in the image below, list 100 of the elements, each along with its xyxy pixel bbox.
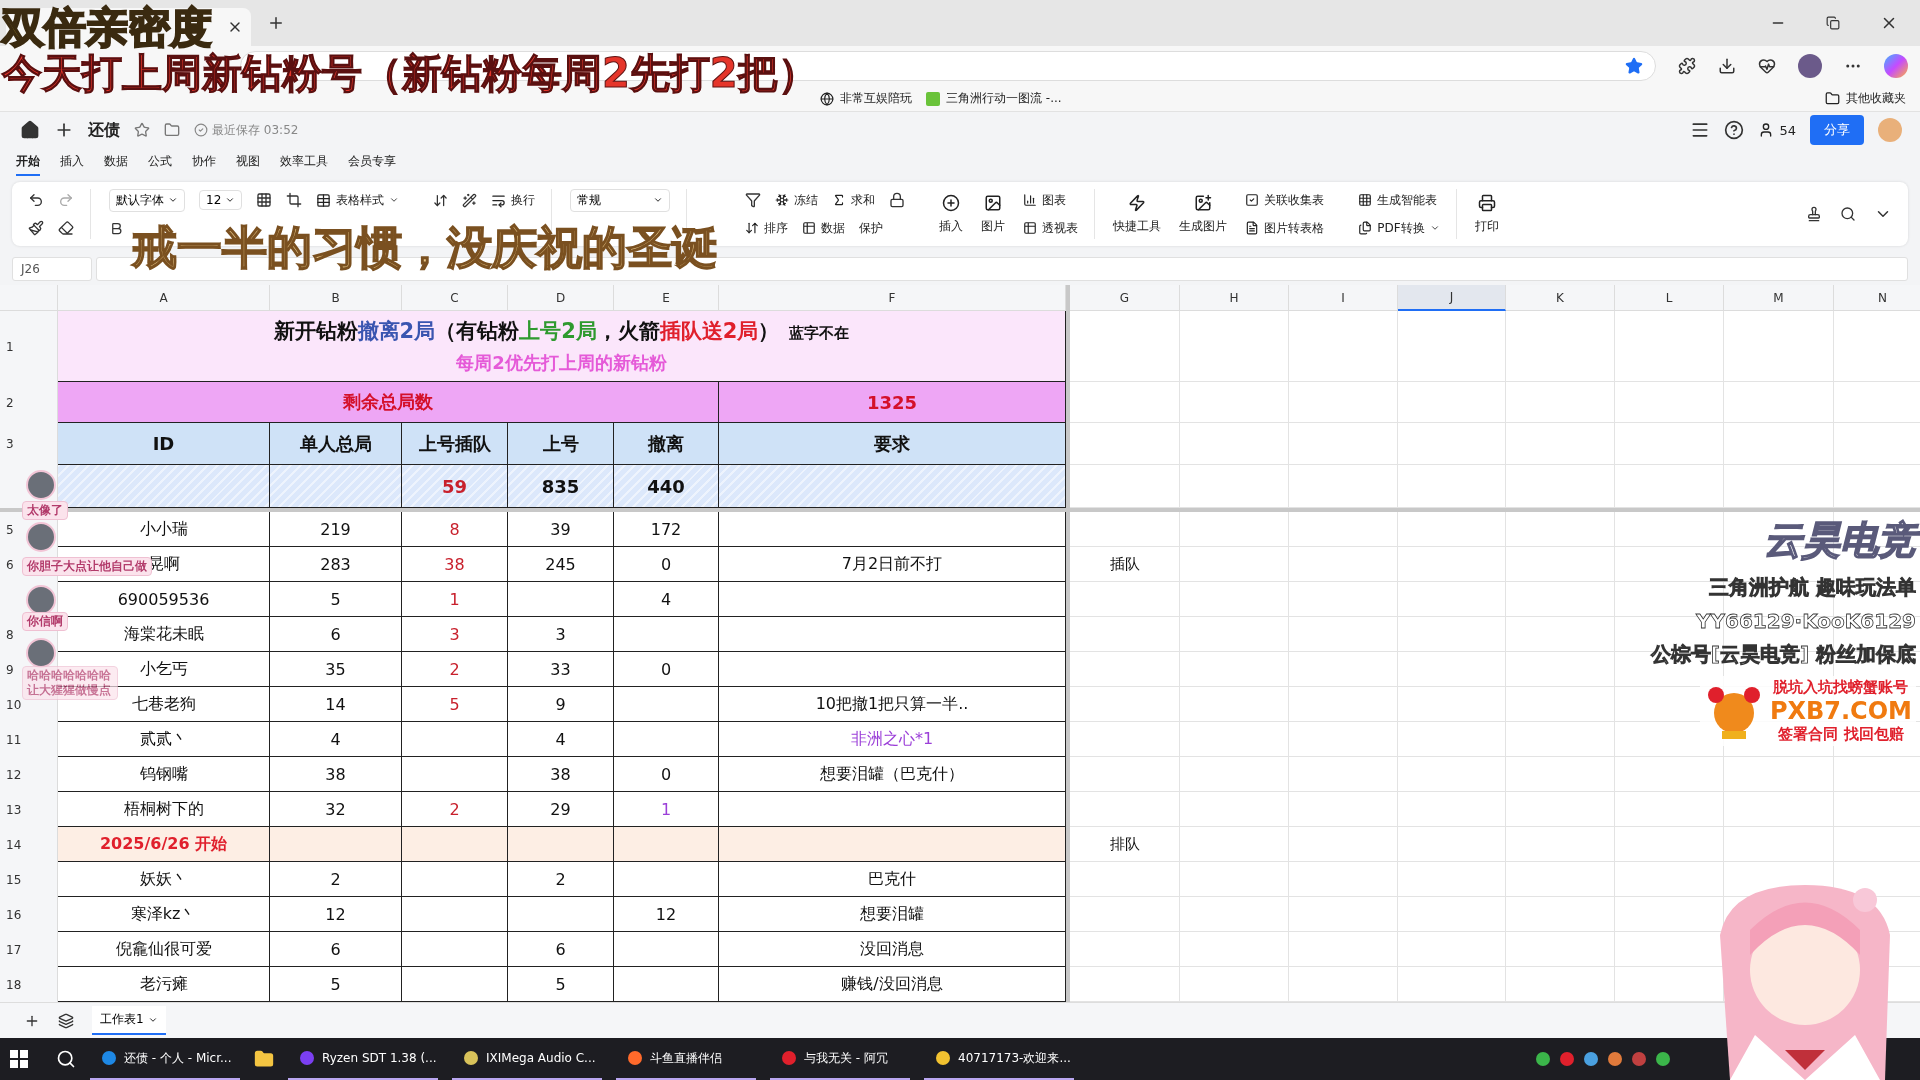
menu-tab[interactable]: 会员专享 [348,148,396,176]
menu-tab[interactable]: 插入 [60,148,84,176]
table-cell: 1325 [719,382,1066,423]
taskbar-item[interactable]: Ryzen SDT 1.38 (... [288,1038,438,1080]
table-cell: 6 [270,932,402,967]
search-icon[interactable] [56,1049,76,1069]
star-icon[interactable] [1625,57,1643,75]
data-button[interactable]: 数据 [802,219,846,237]
tray-icon[interactable] [1560,1052,1574,1066]
toolbar-link[interactable]: 生成智能表 [1358,191,1438,209]
toolbar-link[interactable]: 图片转表格 [1245,219,1325,237]
stamp-icon[interactable] [1806,206,1822,222]
heart-pulse-icon[interactable] [1758,57,1776,75]
row-number: 3 [6,437,14,451]
menu-tab[interactable]: 数据 [104,148,128,176]
layers-icon[interactable] [58,1012,74,1029]
name-box[interactable]: J26 [12,256,92,281]
start-icon[interactable] [10,1050,28,1068]
column-header[interactable]: E [614,285,719,311]
row-number: 8 [6,627,14,642]
column-header[interactable]: H [1180,285,1289,311]
eraser-icon[interactable] [58,220,74,236]
home-icon[interactable] [20,120,40,140]
table-cell: 835 [508,465,614,508]
bookmark-link[interactable]: 三角洲行动一图流 -... [926,90,1062,107]
menu-tab[interactable]: 协作 [192,148,216,176]
taskbar-item[interactable]: IXIMega Audio C... [452,1038,602,1080]
tray-icon[interactable] [1608,1052,1622,1066]
protect-button[interactable]: 保护 [859,219,884,237]
taskbar-item[interactable]: 还债 - 个人 - Micr... [90,1038,240,1080]
caret-icon [225,195,236,205]
menu-tab[interactable]: 视图 [236,148,260,176]
sort-button[interactable]: 排序 [745,219,789,237]
wand-icon[interactable] [462,192,478,208]
table-cell: 钨钢嘴 [58,757,270,792]
format-painter-icon[interactable] [28,220,44,236]
print-button[interactable]: 打印 [1474,193,1499,235]
column-header[interactable]: D [508,285,614,311]
column-header[interactable]: G [1070,285,1180,311]
bookmark-link[interactable]: 非常互娱陪玩 [820,90,912,107]
column-header[interactable]: K [1506,285,1615,311]
number-format-select[interactable]: 常规 [570,188,671,212]
download-icon[interactable] [1718,57,1736,75]
folder-icon[interactable] [254,1049,274,1069]
menu-tab[interactable]: 开始 [16,148,40,176]
column-header[interactable]: B [270,285,402,311]
menu-tab[interactable]: 效率工具 [280,148,328,176]
freeze-button[interactable]: 冻结 [775,191,819,209]
picture-button[interactable]: 图片 [981,193,1006,235]
column-header[interactable]: J [1398,285,1506,311]
wrap-button[interactable]: 换行 [491,191,536,209]
tray-icon[interactable] [1536,1052,1550,1066]
font-size-select[interactable]: 12 [199,190,243,210]
column-header[interactable]: A [58,285,270,311]
crop-icon[interactable] [286,192,303,208]
border-icon[interactable] [256,192,273,208]
tray-icon[interactable] [1656,1052,1670,1066]
search-icon[interactable] [1840,206,1856,222]
make-image-button[interactable]: 生成图片 [1179,193,1228,235]
star-icon[interactable] [134,122,150,138]
tray-icon[interactable] [1584,1052,1598,1066]
table-style-button[interactable]: 表格样式 [316,191,400,209]
filter-icon[interactable] [745,192,762,208]
column-header[interactable]: N [1834,285,1920,311]
profile-avatar[interactable] [1798,54,1822,78]
new-tab-icon[interactable] [267,14,285,32]
font-select[interactable]: 默认字体 [109,188,185,212]
puzzle-icon[interactable] [1678,57,1696,75]
taskbar-item[interactable]: 40717173-欢迎来... [924,1038,1074,1080]
column-header[interactable]: L [1615,285,1724,311]
column-header[interactable]: I [1289,285,1398,311]
help-icon[interactable] [1724,120,1745,140]
app-icon [300,1051,314,1065]
restore-icon[interactable] [1826,16,1840,30]
menu-tab[interactable]: 公式 [148,148,172,176]
sheet-tab[interactable]: 工作表1 [92,1006,166,1035]
table-cell: 440 [614,465,719,508]
column-heading: ID [58,423,270,465]
quick-tools-button[interactable]: 快捷工具 [1113,193,1162,235]
chart-button[interactable]: 图表 [1023,191,1067,209]
bold-icon[interactable] [109,220,124,236]
insert-button[interactable]: 插入 [939,193,964,235]
column-header[interactable]: F [719,285,1066,311]
table-cell: 283 [270,547,402,582]
tray-icon[interactable] [1632,1052,1646,1066]
taskbar-item[interactable]: 斗鱼直播伴侣 [616,1038,756,1080]
other-bookmarks-link[interactable]: 其他收藏夹 [1825,90,1906,107]
undo-icon[interactable] [28,192,44,208]
copilot-icon[interactable] [1884,54,1908,78]
pivot-button[interactable]: 透视表 [1023,219,1079,237]
toolbar-link[interactable]: 关联收集表 [1245,191,1325,209]
lock-icon[interactable] [889,192,906,208]
column-header[interactable]: M [1724,285,1834,311]
toolbar-link[interactable]: PDF转换 [1358,219,1440,237]
column-header[interactable]: C [402,285,508,311]
taskbar-item[interactable]: 与我无关 - 阿冗 [770,1038,910,1080]
sum-button[interactable]: 求和 [832,191,876,209]
collaborator-count[interactable]: 54 [1758,122,1796,138]
table-cell: 0 [614,547,719,582]
share-button[interactable]: 分享 [1810,115,1864,145]
